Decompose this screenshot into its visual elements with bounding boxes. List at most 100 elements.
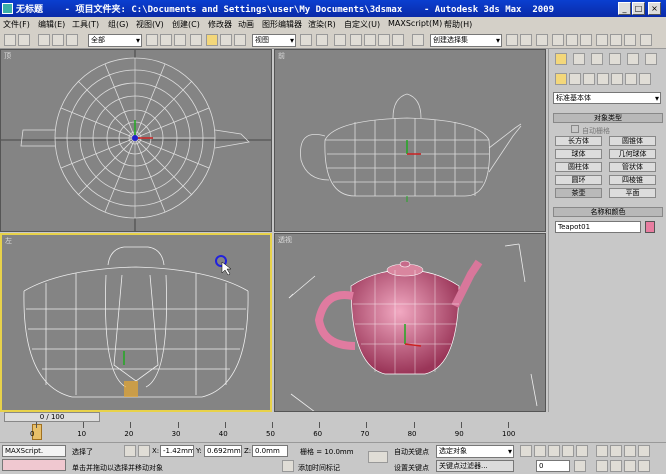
primitive-type-dropdown[interactable]: 标准基本体 bbox=[553, 92, 661, 104]
angle-snap-icon[interactable] bbox=[364, 34, 376, 46]
curve-editor-icon[interactable] bbox=[552, 34, 564, 46]
torus-button[interactable]: 圆环 bbox=[555, 175, 602, 185]
window-crossing-icon[interactable] bbox=[190, 34, 202, 46]
spacewarps-icon[interactable] bbox=[625, 73, 637, 85]
maximize-button[interactable]: □ bbox=[632, 2, 645, 15]
layer-manager-icon[interactable] bbox=[536, 34, 548, 46]
select-object-icon[interactable] bbox=[146, 34, 158, 46]
set-key-icon[interactable] bbox=[368, 451, 388, 463]
viewport-front[interactable]: 前 bbox=[274, 49, 546, 232]
select-rotate-icon[interactable] bbox=[220, 34, 232, 46]
sphere-button[interactable]: 球体 bbox=[555, 149, 602, 159]
lock-selection-icon[interactable] bbox=[124, 445, 136, 457]
minimize-button[interactable]: _ bbox=[618, 2, 631, 15]
pyramid-button[interactable]: 四棱锥 bbox=[609, 175, 656, 185]
select-move-icon[interactable] bbox=[206, 34, 218, 46]
track-bar[interactable]: 0 10 20 30 40 50 60 70 80 90 100 bbox=[0, 422, 548, 442]
menu-graph-editors[interactable]: 图形编辑器 bbox=[262, 19, 302, 30]
menu-customize[interactable]: 自定义(U) bbox=[344, 19, 380, 30]
maxscript-listener[interactable]: MAXScript. bbox=[2, 445, 66, 457]
menu-modifiers[interactable]: 修改器 bbox=[208, 19, 232, 30]
key-filters-button[interactable]: 关键点过滤器... bbox=[436, 460, 514, 472]
cylinder-button[interactable]: 圆柱体 bbox=[555, 162, 602, 172]
link-icon[interactable] bbox=[38, 34, 50, 46]
reference-coord-dropdown[interactable]: 视图 bbox=[252, 34, 296, 47]
plane-button[interactable]: 平面 bbox=[609, 188, 656, 198]
utilities-tab-icon[interactable] bbox=[645, 53, 657, 65]
menu-edit[interactable]: 编辑(E) bbox=[38, 19, 65, 30]
key-selection-dropdown[interactable]: 选定对象 bbox=[436, 445, 514, 458]
named-selection-dropdown[interactable]: 创建选择集 bbox=[430, 34, 502, 47]
autogrid-checkbox[interactable]: 自动栅格 bbox=[571, 125, 610, 136]
redo-icon[interactable] bbox=[18, 34, 30, 46]
y-coordinate-field[interactable]: 0.692mm bbox=[204, 445, 242, 457]
quick-render-icon[interactable] bbox=[624, 34, 636, 46]
tube-button[interactable]: 管状体 bbox=[609, 162, 656, 172]
snaps-toggle-icon[interactable] bbox=[350, 34, 362, 46]
menu-tools[interactable]: 工具(T) bbox=[72, 19, 99, 30]
zoom-icon[interactable] bbox=[596, 445, 608, 457]
geometry-icon[interactable] bbox=[555, 73, 567, 85]
zoom-extents-icon[interactable] bbox=[624, 445, 636, 457]
menu-rendering[interactable]: 渲染(R) bbox=[308, 19, 336, 30]
rendered-frame-icon[interactable] bbox=[610, 34, 622, 46]
display-tab-icon[interactable] bbox=[627, 53, 639, 65]
align-icon[interactable] bbox=[520, 34, 532, 46]
cone-button[interactable]: 圆锥体 bbox=[609, 136, 656, 146]
viewport-perspective[interactable]: 透视 bbox=[274, 233, 546, 412]
keyboard-shortcut-icon[interactable] bbox=[334, 34, 346, 46]
render-setup-icon[interactable] bbox=[596, 34, 608, 46]
rectangle-selection-icon[interactable] bbox=[174, 34, 186, 46]
object-type-rollout[interactable]: 对象类型 bbox=[553, 113, 663, 123]
menu-create[interactable]: 创建(C) bbox=[172, 19, 200, 30]
undo-icon[interactable] bbox=[4, 34, 16, 46]
time-config-icon[interactable] bbox=[574, 460, 586, 472]
pan-icon[interactable] bbox=[610, 460, 622, 472]
percent-snap-icon[interactable] bbox=[378, 34, 390, 46]
time-slider[interactable]: 0 / 100 bbox=[4, 412, 100, 422]
create-tab-icon[interactable] bbox=[555, 53, 567, 65]
x-coordinate-field[interactable]: -1.42mm bbox=[160, 445, 194, 457]
cameras-icon[interactable] bbox=[597, 73, 609, 85]
viewport-left[interactable]: 左 bbox=[0, 233, 272, 412]
systems-icon[interactable] bbox=[639, 73, 651, 85]
object-name-field[interactable]: Teapot01 bbox=[555, 221, 641, 233]
menu-animation[interactable]: 动画 bbox=[238, 19, 254, 30]
goto-start-icon[interactable] bbox=[520, 445, 532, 457]
field-of-view-icon[interactable] bbox=[596, 460, 608, 472]
current-frame-field[interactable]: 0 bbox=[536, 460, 570, 472]
z-coordinate-field[interactable]: 0.0mm bbox=[252, 445, 288, 457]
selection-filter-dropdown[interactable]: 全部 bbox=[88, 34, 142, 47]
object-color-swatch[interactable] bbox=[645, 221, 655, 233]
render-production-icon[interactable] bbox=[640, 34, 652, 46]
box-button[interactable]: 长方体 bbox=[555, 136, 602, 146]
goto-end-icon[interactable] bbox=[576, 445, 588, 457]
unlink-icon[interactable] bbox=[52, 34, 64, 46]
menu-group[interactable]: 组(G) bbox=[108, 19, 128, 30]
set-key-toggle[interactable]: 设置关键点 bbox=[394, 463, 429, 473]
maximize-viewport-icon[interactable] bbox=[638, 460, 650, 472]
close-button[interactable]: × bbox=[648, 2, 661, 15]
time-tag-icon[interactable] bbox=[282, 460, 294, 472]
menu-views[interactable]: 视图(V) bbox=[136, 19, 164, 30]
add-time-tag[interactable]: 添加时间标记 bbox=[298, 463, 340, 473]
bind-spacewarp-icon[interactable] bbox=[66, 34, 78, 46]
auto-key-toggle[interactable]: 自动关键点 bbox=[394, 447, 429, 457]
name-color-rollout[interactable]: 名称和颜色 bbox=[553, 207, 663, 217]
viewport-top[interactable]: 顶 bbox=[0, 49, 272, 232]
shapes-icon[interactable] bbox=[569, 73, 581, 85]
menu-maxscript[interactable]: MAXScript(M) bbox=[388, 19, 442, 28]
material-editor-icon[interactable] bbox=[580, 34, 592, 46]
absolute-mode-icon[interactable] bbox=[138, 445, 150, 457]
prev-frame-icon[interactable] bbox=[534, 445, 546, 457]
teapot-button[interactable]: 茶壶 bbox=[555, 188, 602, 198]
select-scale-icon[interactable] bbox=[234, 34, 246, 46]
schematic-view-icon[interactable] bbox=[566, 34, 578, 46]
zoom-all-icon[interactable] bbox=[610, 445, 622, 457]
play-icon[interactable] bbox=[548, 445, 560, 457]
modify-tab-icon[interactable] bbox=[573, 53, 585, 65]
edit-named-selection-icon[interactable] bbox=[412, 34, 424, 46]
select-manipulate-icon[interactable] bbox=[316, 34, 328, 46]
orbit-icon[interactable] bbox=[624, 460, 636, 472]
menu-file[interactable]: 文件(F) bbox=[3, 19, 30, 30]
